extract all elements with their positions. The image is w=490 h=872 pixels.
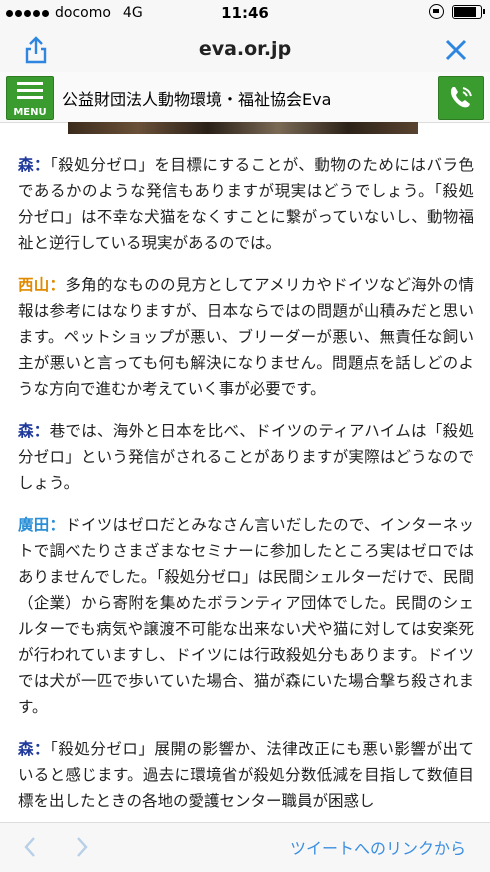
speaker-label: 森： — [18, 156, 51, 174]
dialogue-text: 巷では、海外と日本を比べ、ドイツのティアハイムは「殺処分ゼロ」という発信がされる… — [18, 422, 474, 492]
dialogue-paragraph: 森：巷では、海外と日本を比べ、ドイツのティアハイムは「殺処分ゼロ」という発信がさ… — [18, 418, 474, 496]
dialogue-text: 「殺処分ゼロ」を目標にすることが、動物のためにはバラ色であるかのような発信もあり… — [18, 156, 474, 252]
speaker-label: 西山： — [18, 276, 66, 294]
page-url[interactable]: eva.or.jp — [0, 38, 490, 60]
dialogue-paragraph: 西山：多角的なものの見方としてアメリカやドイツなど海外の情報は参考にはなりますが… — [18, 272, 474, 402]
site-title[interactable]: 公益財団法人動物環境・福祉協会Eva — [62, 86, 331, 110]
phone-icon — [450, 87, 472, 108]
dialogue-text: 多角的なものの見方としてアメリカやドイツなど海外の情報は参考にはなりますが、日本… — [18, 276, 474, 398]
dialogue-text: ドイツはゼロだとみなさん言いだしたので、インターネットで調べたりさまざまなセミナ… — [18, 516, 474, 716]
menu-label: MENU — [13, 107, 47, 118]
dialogue-text: 「殺処分ゼロ」展開の影響か、法律改正にも悪い影響が出ていると感じます。過去に環境… — [18, 740, 474, 810]
article-photo — [68, 122, 418, 134]
phone-button[interactable] — [438, 76, 484, 120]
hamburger-icon — [17, 82, 43, 103]
speaker-label: 廣田： — [18, 516, 66, 534]
speaker-label: 森： — [18, 422, 50, 440]
close-icon[interactable] — [440, 34, 472, 66]
chevron-right-icon[interactable] — [74, 835, 90, 859]
browser-url-bar: eva.or.jp — [0, 28, 490, 72]
article-body: 森：「殺処分ゼロ」を目標にすることが、動物のためにはバラ色であるかのような発信も… — [18, 152, 474, 822]
chevron-left-icon[interactable] — [22, 835, 38, 859]
dialogue-paragraph: 森：「殺処分ゼロ」を目標にすることが、動物のためにはバラ色であるかのような発信も… — [18, 152, 474, 256]
battery-icon — [452, 4, 485, 19]
clock: 11:46 — [221, 4, 269, 22]
status-right — [429, 4, 485, 19]
tweet-link[interactable]: ツイートへのリンクから — [290, 835, 466, 859]
status-bar: docomo 4G 11:46 — [0, 0, 490, 28]
speaker-label: 森： — [18, 740, 51, 758]
orientation-lock-icon — [429, 4, 444, 19]
dialogue-paragraph: 森：「殺処分ゼロ」展開の影響か、法律改正にも悪い影響が出ていると感じます。過去に… — [18, 736, 474, 814]
site-header: MENU 公益財団法人動物環境・福祉協会Eva — [0, 72, 490, 123]
dialogue-paragraph: 廣田：ドイツはゼロだとみなさん言いだしたので、インターネットで調べたりさまざまな… — [18, 512, 474, 720]
menu-button[interactable]: MENU — [6, 76, 54, 120]
browser-toolbar: ツイートへのリンクから — [0, 822, 490, 872]
